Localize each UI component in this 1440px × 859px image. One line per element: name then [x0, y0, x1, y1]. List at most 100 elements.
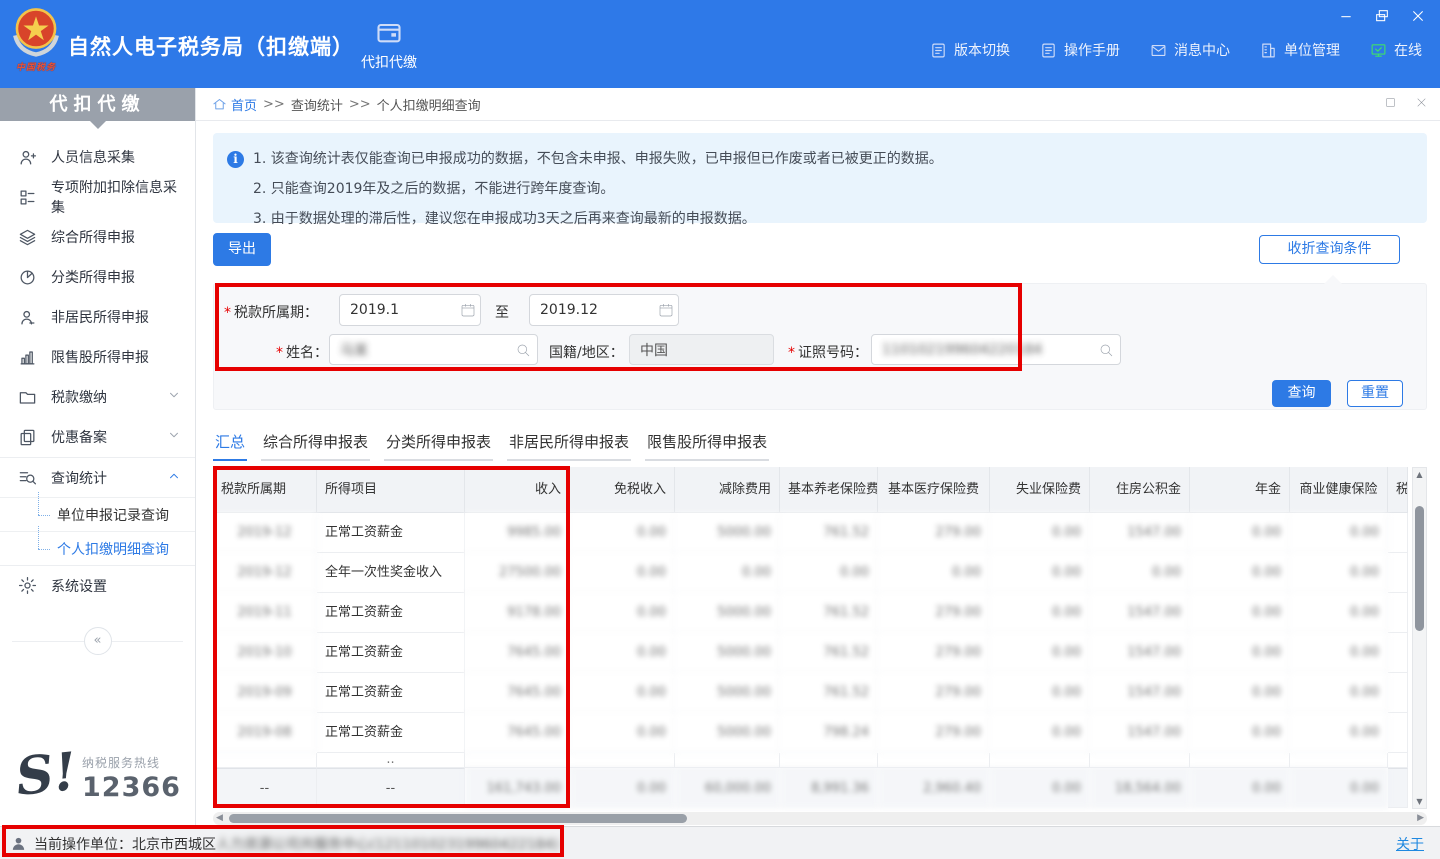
- reset-button[interactable]: 重置: [1347, 380, 1403, 407]
- tab-3[interactable]: 非居民所得申报表: [507, 429, 631, 461]
- sidebar-item-3[interactable]: 分类所得申报: [0, 257, 195, 297]
- table-row[interactable]: 2019-11正常工资薪金9178.000.005000.00761.52279…: [213, 593, 1427, 633]
- sidebar-item-9[interactable]: 系统设置: [0, 565, 195, 605]
- table-cell: 年金: [1190, 467, 1290, 513]
- table-cell: 8,991.36: [780, 768, 878, 808]
- current-unit-blurred: 人力资源公司共服务中心(12110102319960422184): [216, 837, 559, 853]
- sidebar-item-5[interactable]: 限售股所得申报: [0, 337, 195, 377]
- panel-close-icon[interactable]: [1415, 96, 1428, 109]
- sidebar-item-7[interactable]: 优惠备案: [0, 417, 195, 457]
- breadcrumb-home[interactable]: 首页: [212, 95, 257, 114]
- scroll-right-icon[interactable]: ▶: [1417, 813, 1424, 823]
- minimize-button[interactable]: [1338, 8, 1354, 24]
- table-cell: [780, 753, 878, 768]
- table-cell: 0.00: [990, 513, 1090, 553]
- sidebar-menu: 人员信息采集专项附加扣除信息采集综合所得申报分类所得申报非居民所得申报限售股所得…: [0, 121, 195, 605]
- online-status[interactable]: 在线: [1370, 40, 1422, 60]
- vertical-scroll-thumb[interactable]: [1415, 506, 1424, 631]
- nationality-value: 中国: [640, 340, 668, 360]
- horizontal-scrollbar[interactable]: ◀ ▶: [213, 812, 1427, 825]
- doc-icon: [930, 42, 947, 59]
- name-input[interactable]: 马某: [329, 334, 538, 365]
- sidebar-item-2[interactable]: 综合所得申报: [0, 217, 195, 257]
- table-cell: 2019-09: [213, 673, 317, 713]
- panel-maximize-icon[interactable]: [1384, 96, 1397, 109]
- restore-button[interactable]: [1374, 8, 1390, 24]
- mail-icon: [1150, 42, 1167, 59]
- table-cell: 0.00: [1290, 593, 1388, 633]
- sidebar-item-1[interactable]: 专项附加扣除信息采集: [0, 177, 195, 217]
- table-cell: 0.00: [1090, 553, 1190, 593]
- breadcrumb-item[interactable]: 个人扣缴明细查询: [377, 95, 481, 114]
- vertical-scrollbar[interactable]: ▲ ▼: [1412, 467, 1427, 809]
- export-button[interactable]: 导出: [213, 233, 271, 266]
- sidebar-collapse-button[interactable]: «: [84, 627, 112, 655]
- table-cell: [675, 753, 780, 768]
- tab-0[interactable]: 汇总: [213, 429, 247, 461]
- horizontal-scroll-thumb[interactable]: [229, 814, 687, 823]
- table-cell: 279.00: [878, 513, 990, 553]
- sidebar-item-6[interactable]: 税款缴纳: [0, 377, 195, 417]
- brand-caption: 中国税务: [8, 60, 64, 73]
- table-cell: 7645.00: [465, 633, 570, 673]
- sidebar-subitem-8-0[interactable]: 单位申报记录查询: [0, 497, 195, 531]
- table-cell: 正常工资薪金: [317, 673, 465, 713]
- table-cell: 0.00: [1290, 713, 1388, 753]
- table-cell: 0.00: [1290, 553, 1388, 593]
- tab-4[interactable]: 限售股所得申报表: [645, 429, 769, 461]
- header-menu-item-0[interactable]: 版本切换: [930, 40, 1010, 60]
- person-add-icon: [18, 148, 37, 167]
- table-cell: 798.24: [780, 713, 878, 753]
- table-cell: [465, 753, 570, 768]
- sidebar-item-8[interactable]: 查询统计: [0, 457, 195, 497]
- calendar-icon[interactable]: [658, 302, 674, 318]
- table-cell: 0.00: [570, 513, 675, 553]
- table-row[interactable]: 2019-09正常工资薪金7645.000.005000.00761.52279…: [213, 673, 1427, 713]
- table-row[interactable]: 2019-12正常工资薪金9985.000.005000.00761.52279…: [213, 513, 1427, 553]
- search-icon[interactable]: [1098, 342, 1114, 358]
- about-link[interactable]: 关于: [1396, 834, 1424, 854]
- tax-emblem-logo: 中国税务: [8, 6, 64, 84]
- scroll-down-icon[interactable]: ▼: [1413, 797, 1426, 806]
- id-number-input[interactable]: 110102199604220184: [871, 334, 1121, 365]
- table-cell: 279.00: [878, 713, 990, 753]
- sidebar-item-0[interactable]: 人员信息采集: [0, 137, 195, 177]
- tab-2[interactable]: 分类所得申报表: [384, 429, 493, 461]
- query-button[interactable]: 查询: [1272, 380, 1331, 407]
- table-cell: 761.52: [780, 673, 878, 713]
- header-menu-item-3[interactable]: 单位管理: [1260, 40, 1340, 60]
- table-cell: 18,564.00: [1090, 768, 1190, 808]
- panel-window-controls: [1384, 96, 1428, 109]
- scroll-left-icon[interactable]: ◀: [216, 813, 223, 823]
- breadcrumb-item[interactable]: 查询统计: [291, 95, 343, 114]
- header-menu-item-2[interactable]: 消息中心: [1150, 40, 1230, 60]
- current-unit-text: 当前操作单位：北京市西城区人力资源公司共服务中心(121101023199604…: [34, 834, 559, 854]
- header-menu-label: 单位管理: [1284, 40, 1340, 60]
- scroll-up-icon[interactable]: ▲: [1413, 470, 1426, 479]
- table-cell: 0.00: [570, 673, 675, 713]
- doc-icon: [1040, 42, 1057, 59]
- calendar-icon[interactable]: [460, 302, 476, 318]
- close-button[interactable]: [1410, 8, 1426, 24]
- table-cell: [1388, 633, 1408, 673]
- search-icon[interactable]: [515, 342, 531, 358]
- tab-daikou-daijiao[interactable]: 代扣代缴: [346, 16, 432, 82]
- sidebar-item-4[interactable]: 非居民所得申报: [0, 297, 195, 337]
- header-menu-item-1[interactable]: 操作手册: [1040, 40, 1120, 60]
- table-row[interactable]: 2019-12全年一次性奖金收入27500.000.000.000.000.00…: [213, 553, 1427, 593]
- collapse-query-button[interactable]: 收折查询条件: [1259, 235, 1400, 264]
- table-row[interactable]: 2019-10正常工资薪金7645.000.005000.00761.52279…: [213, 633, 1427, 673]
- table-cell: 279.00: [878, 673, 990, 713]
- wallet-tab-icon: [372, 18, 406, 46]
- table-cell: 0.00: [1290, 513, 1388, 553]
- copy-icon: [18, 428, 37, 447]
- table-cell: 0.00: [780, 553, 878, 593]
- table-cell: 761.52: [780, 513, 878, 553]
- sidebar-subitem-8-1[interactable]: 个人扣缴明细查询: [0, 531, 195, 565]
- header-menu-label: 版本切换: [954, 40, 1010, 60]
- tab-1[interactable]: 综合所得申报表: [261, 429, 370, 461]
- chevron-down-icon: [167, 428, 181, 442]
- table-row[interactable]: 2019-08正常工资薪金7645.000.005000.00798.24279…: [213, 713, 1427, 753]
- table-cell: 761.52: [780, 593, 878, 633]
- period-end-input[interactable]: [529, 294, 679, 326]
